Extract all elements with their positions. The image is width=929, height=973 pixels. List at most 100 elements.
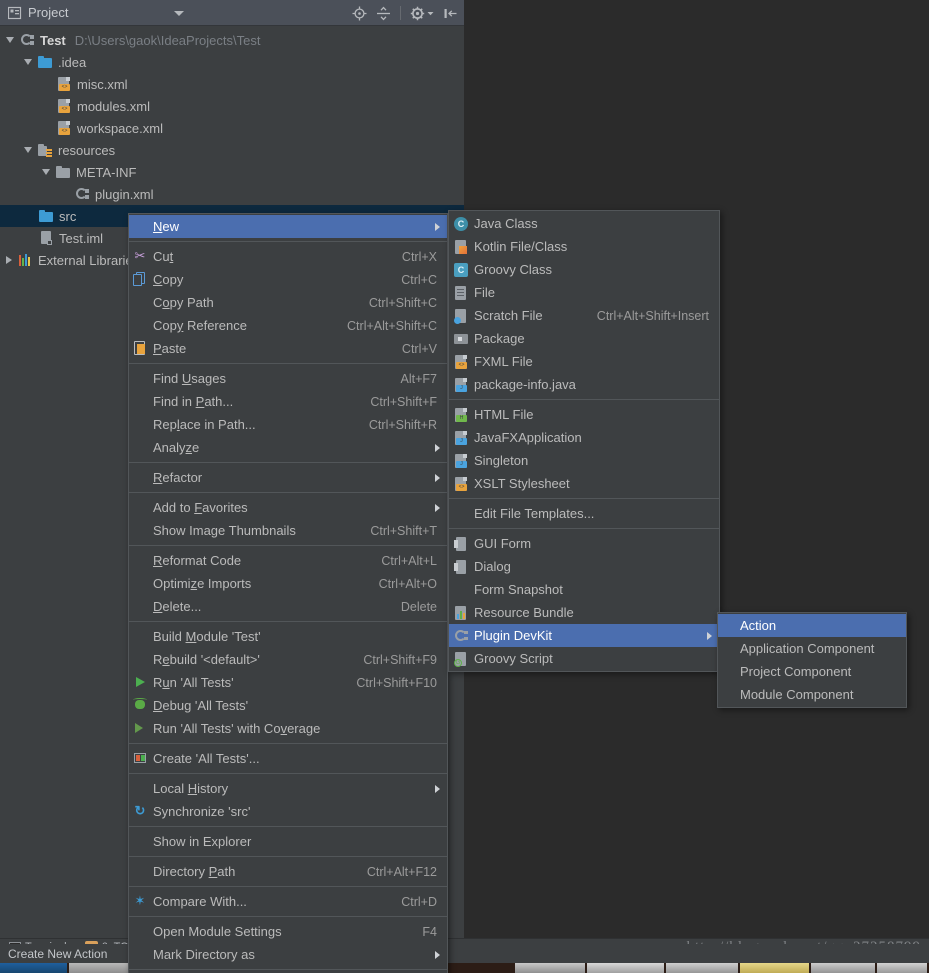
menu-item-java-class[interactable]: C Java Class <box>449 212 719 235</box>
menu-item-singleton[interactable]: J Singleton <box>449 449 719 472</box>
menu-item-javafxapplication[interactable]: J JavaFXApplication <box>449 426 719 449</box>
menu-item-fxml-file[interactable]: <> FXML File <box>449 350 719 373</box>
expanded-chevron-icon[interactable] <box>42 169 50 175</box>
context-menu[interactable]: New ✂ Cut Ctrl+X Copy Ctrl+C Copy Path Ctrl+Shi… <box>128 213 448 973</box>
menu-item-plugin-devkit[interactable]: Plugin DevKit <box>449 624 719 647</box>
menu-item-label: GUI Form <box>474 536 532 551</box>
menu-item-application-component[interactable]: Application Component <box>718 637 906 660</box>
tree-node-plugin-xml[interactable]: plugin.xml <box>0 183 464 205</box>
gear-icon[interactable] <box>410 6 425 21</box>
menu-item-refactor[interactable]: Refactor <box>129 466 447 489</box>
menu-separator <box>129 492 447 493</box>
gear-chevron-down-icon[interactable] <box>427 10 434 17</box>
tree-node-idea[interactable]: .idea <box>0 51 464 73</box>
tree-node-workspace-xml[interactable]: <> workspace.xml <box>0 117 464 139</box>
menu-item-label: Copy Path <box>153 295 214 310</box>
menu-item-compare-with[interactable]: ✶ Compare With... Ctrl+D <box>129 890 447 913</box>
menu-item-shortcut: Ctrl+Alt+O <box>378 576 437 591</box>
menu-item-edit-file-templates[interactable]: Edit File Templates... <box>449 502 719 525</box>
menu-item-find-in-path[interactable]: Find in Path... Ctrl+Shift+F <box>129 390 447 413</box>
menu-item-action[interactable]: Action <box>718 614 906 637</box>
menu-item-replace-in-path[interactable]: Replace in Path... Ctrl+Shift+R <box>129 413 447 436</box>
taskbar-item[interactable] <box>740 963 809 973</box>
menu-item-kotlin-file-class[interactable]: Kotlin File/Class <box>449 235 719 258</box>
menu-item-module-component[interactable]: Module Component <box>718 683 906 706</box>
menu-item-gui-form[interactable]: GUI Form <box>449 532 719 555</box>
menu-item-groovy-script[interactable]: G Groovy Script <box>449 647 719 670</box>
project-view-chevron-down-icon[interactable] <box>174 11 184 16</box>
tree-node-modules-xml[interactable]: <> modules.xml <box>0 95 464 117</box>
menu-item-open-module-settings[interactable]: Open Module Settings F4 <box>129 920 447 943</box>
menu-item-optimize-imports[interactable]: Optimize Imports Ctrl+Alt+O <box>129 572 447 595</box>
menu-item-groovy-class[interactable]: C Groovy Class <box>449 258 719 281</box>
tree-node-misc-xml[interactable]: <> misc.xml <box>0 73 464 95</box>
menu-separator <box>129 773 447 774</box>
expanded-chevron-icon[interactable] <box>24 59 32 65</box>
collapsed-chevron-icon[interactable] <box>6 256 12 264</box>
scissors-icon: ✂ <box>134 248 146 263</box>
menu-item-form-snapshot[interactable]: Form Snapshot <box>449 578 719 601</box>
taskbar-item[interactable] <box>665 963 739 973</box>
menu-item-run-all-tests-with-coverage[interactable]: Run 'All Tests' with Coverage <box>129 717 447 740</box>
menu-item-synchronize-src[interactable]: ↻ Synchronize 'src' <box>129 800 447 823</box>
menu-item-package[interactable]: Package <box>449 327 719 350</box>
new-submenu[interactable]: C Java Class Kotlin File/Class C Groovy Clas… <box>448 210 720 672</box>
menu-item-dialog[interactable]: Dialog <box>449 555 719 578</box>
menu-item-create-all-tests[interactable]: Create 'All Tests'... <box>129 747 447 770</box>
expanded-chevron-icon[interactable] <box>6 37 14 43</box>
taskbar-item[interactable] <box>514 963 586 973</box>
menu-item-label: Project Component <box>740 664 852 679</box>
collapse-all-icon[interactable] <box>376 6 391 21</box>
menu-item-file[interactable]: File <box>449 281 719 304</box>
debug-icon <box>132 697 150 713</box>
menu-item-add-to-favorites[interactable]: Add to Favorites <box>129 496 447 519</box>
submenu-arrow-icon <box>707 632 712 640</box>
menu-item-copy-path[interactable]: Copy Path Ctrl+Shift+C <box>129 291 447 314</box>
menu-item-label: Paste <box>153 341 187 356</box>
menu-item-show-image-thumbnails[interactable]: Show Image Thumbnails Ctrl+Shift+T <box>129 519 447 542</box>
menu-item-debug-all-tests[interactable]: Debug 'All Tests' <box>129 694 447 717</box>
submenu-arrow-icon <box>435 785 440 793</box>
menu-item-html-file[interactable]: H HTML File <box>449 403 719 426</box>
scratch-file-icon <box>453 308 471 324</box>
menu-separator <box>129 241 447 242</box>
menu-item-analyze[interactable]: Analyze <box>129 436 447 459</box>
taskbar-item[interactable] <box>0 963 67 973</box>
tree-node-resources[interactable]: resources <box>0 139 464 161</box>
menu-item-paste[interactable]: Paste Ctrl+V <box>129 337 447 360</box>
menu-item-delete[interactable]: Delete... Delete <box>129 595 447 618</box>
plugin-xml-icon <box>74 186 90 202</box>
hide-panel-icon[interactable] <box>443 6 458 21</box>
menu-item-build-module-test[interactable]: Build Module 'Test' <box>129 625 447 648</box>
menu-item-copy[interactable]: Copy Ctrl+C <box>129 268 447 291</box>
menu-item-rebuild-default[interactable]: Rebuild '<default>' Ctrl+Shift+F9 <box>129 648 447 671</box>
locate-icon[interactable] <box>352 6 367 21</box>
menu-item-label: Rebuild '<default>' <box>153 652 260 667</box>
menu-item-resource-bundle[interactable]: Resource Bundle <box>449 601 719 624</box>
tree-node-meta-inf[interactable]: META-INF <box>0 161 464 183</box>
coverage-icon <box>132 720 150 736</box>
menu-item-show-in-explorer[interactable]: Show in Explorer <box>129 830 447 853</box>
menu-item-directory-path[interactable]: Directory Path Ctrl+Alt+F12 <box>129 860 447 883</box>
menu-item-cut[interactable]: ✂ Cut Ctrl+X <box>129 245 447 268</box>
menu-item-reformat-code[interactable]: Reformat Code Ctrl+Alt+L <box>129 549 447 572</box>
taskbar-item[interactable] <box>877 963 928 973</box>
menu-item-new[interactable]: New <box>129 215 447 238</box>
menu-item-scratch-file[interactable]: Scratch File Ctrl+Alt+Shift+Insert <box>449 304 719 327</box>
expanded-chevron-icon[interactable] <box>24 147 32 153</box>
menu-item-xslt-stylesheet[interactable]: <> XSLT Stylesheet <box>449 472 719 495</box>
menu-item-copy-reference[interactable]: Copy Reference Ctrl+Alt+Shift+C <box>129 314 447 337</box>
plugin-devkit-submenu[interactable]: Action Application Component Project Compo… <box>717 612 907 708</box>
tree-node-test[interactable]: Test D:\Users\gaok\IdeaProjects\Test <box>0 29 464 51</box>
status-message: Create New Action <box>8 946 108 961</box>
menu-item-project-component[interactable]: Project Component <box>718 660 906 683</box>
menu-item-mark-directory-as[interactable]: Mark Directory as <box>129 943 447 966</box>
menu-item-package-info-java[interactable]: Jpackage-info.java <box>449 373 719 396</box>
menu-item-find-usages[interactable]: Find Usages Alt+F7 <box>129 367 447 390</box>
menu-item-local-history[interactable]: Local History <box>129 777 447 800</box>
taskbar-item[interactable] <box>587 963 664 973</box>
menu-item-run-all-tests[interactable]: Run 'All Tests' Ctrl+Shift+F10 <box>129 671 447 694</box>
taskbar-item[interactable] <box>810 963 876 973</box>
